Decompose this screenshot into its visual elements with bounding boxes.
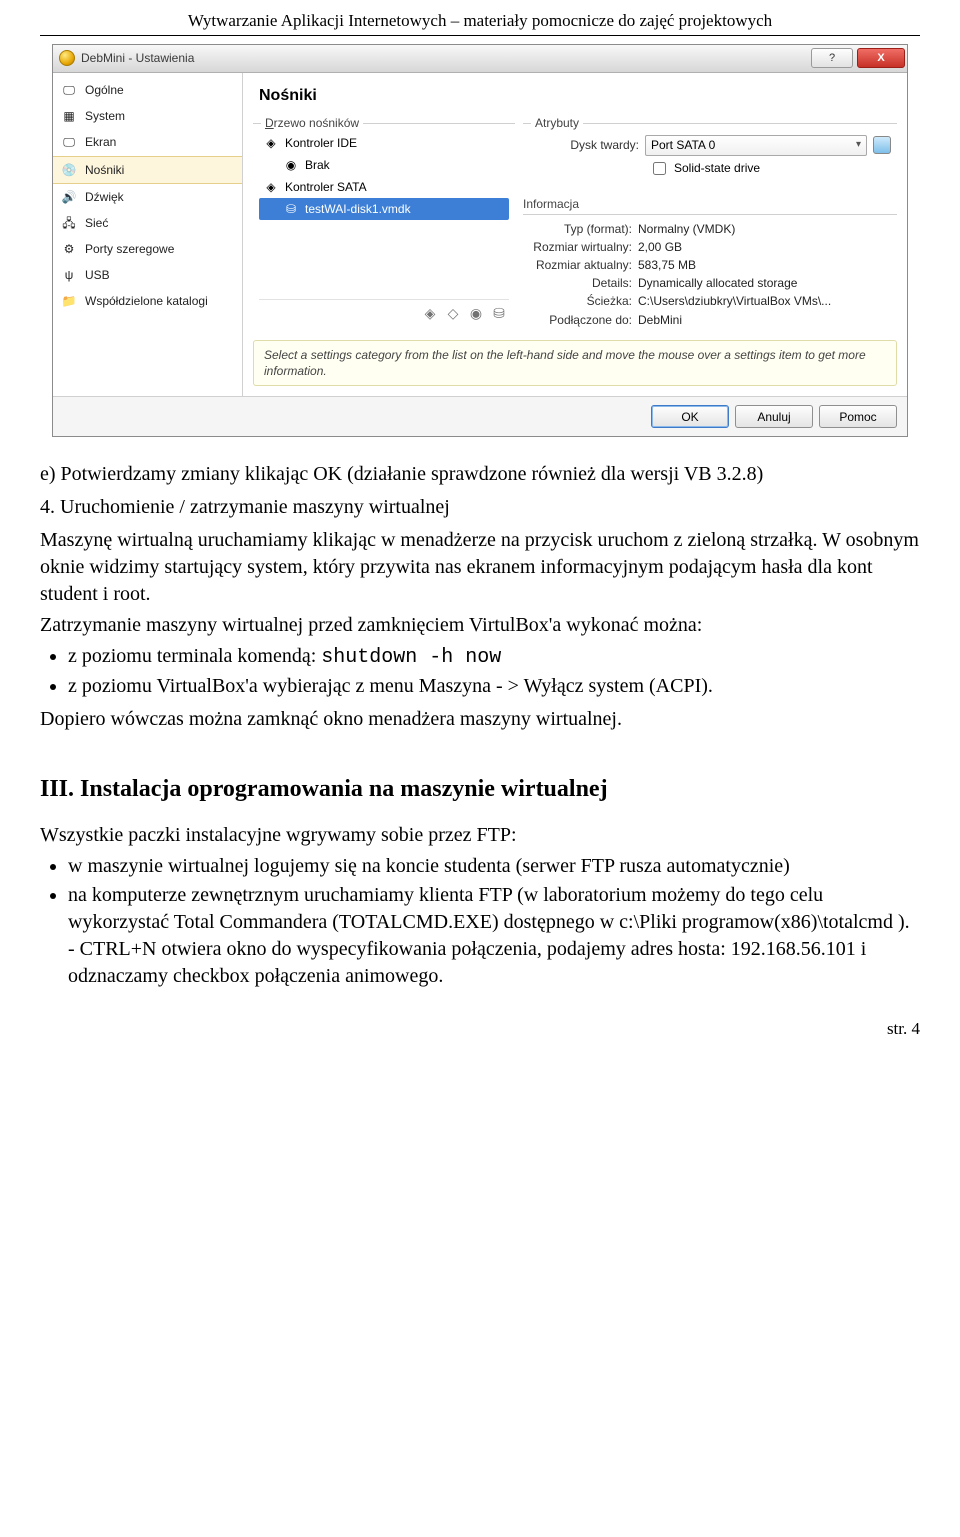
add-controller-icon[interactable]: ◈	[420, 304, 440, 324]
bullet-login: w maszynie wirtualnej logujemy się na ko…	[68, 853, 920, 880]
sidebar-item-storage[interactable]: 💿Nośniki	[53, 156, 242, 184]
controller-icon: ◈	[263, 135, 279, 151]
close-button[interactable]: X	[857, 48, 905, 68]
para-start: Maszynę wirtualną uruchamiamy klikając w…	[40, 527, 920, 608]
para-ftp-intro: Wszystkie paczki instalacyjne wgrywamy s…	[40, 822, 920, 849]
para-e: e) Potwierdzamy zmiany klikając OK (dzia…	[40, 461, 920, 488]
bullet-totalcmd: na komputerze zewnętrznym uruchamiamy kl…	[68, 882, 920, 990]
choose-disk-icon[interactable]	[873, 136, 891, 154]
bullet-shutdown: z poziomu terminala komendą: shutdown -h…	[68, 643, 920, 671]
folder-icon: 📁	[61, 294, 77, 310]
ssd-checkbox[interactable]	[653, 162, 666, 175]
sidebar-item-system[interactable]: ▦System	[53, 103, 242, 129]
hdd-icon: ⛁	[283, 201, 299, 217]
bullet-acpi: z poziomu VirtualBox'a wybierając z menu…	[68, 673, 920, 700]
category-sidebar: 🖵Ogólne ▦System 🖵Ekran 💿Nośniki 🔊Dźwięk …	[53, 73, 243, 396]
page-number: str. 4	[40, 1018, 920, 1041]
tree-controller-ide[interactable]: ◈Kontroler IDE	[259, 132, 509, 154]
help-button[interactable]: ?	[811, 48, 853, 68]
network-icon: 🖧	[61, 215, 77, 231]
hint-bar: Select a settings category from the list…	[253, 340, 897, 386]
help-button-bottom[interactable]: Pomoc	[819, 405, 897, 428]
usb-icon: ψ	[61, 267, 77, 283]
chip-icon: ▦	[61, 108, 77, 124]
remove-controller-icon[interactable]: ◇	[443, 304, 463, 324]
storage-tree[interactable]: ◈Kontroler IDE ◉Brak ◈Kontroler SATA ⛁te…	[259, 132, 509, 299]
settings-window: DebMini - Ustawienia ? X 🖵Ogólne ▦System…	[52, 44, 908, 437]
add-cd-icon[interactable]: ◉	[466, 304, 486, 324]
heading-iii: III. Instalacja oprogramowania na maszyn…	[40, 773, 920, 805]
tree-empty-slot[interactable]: ◉Brak	[259, 154, 509, 176]
info-grid: Typ (format):Normalny (VMDK) Rozmiar wir…	[523, 221, 897, 328]
add-hdd-icon[interactable]: ⛁	[489, 304, 509, 324]
page-header: Wytwarzanie Aplikacji Internetowych – ma…	[40, 10, 920, 36]
ok-button[interactable]: OK	[651, 405, 729, 428]
heading-4: 4. Uruchomienie / zatrzymanie maszyny wi…	[40, 494, 920, 521]
sidebar-item-shared[interactable]: 📁Współdzielone katalogi	[53, 288, 242, 314]
controller-icon: ◈	[263, 179, 279, 195]
display-icon: 🖵	[61, 134, 77, 150]
attributes-legend: Atrybuty	[531, 115, 583, 131]
tree-controller-sata[interactable]: ◈Kontroler SATA	[259, 176, 509, 198]
detail-pane: Nośniki DDrzewo nośnikówrzewo nośników ◈…	[243, 73, 907, 396]
hdd-port-select[interactable]: Port SATA 0	[645, 135, 867, 156]
tree-toolbar: ◈ ◇ ◉ ⛁	[259, 299, 509, 324]
ssd-label: Solid-state drive	[674, 160, 760, 176]
disk-icon: 💿	[61, 162, 77, 178]
hdd-label: Dysk twardy:	[529, 137, 639, 153]
tree-disk-item[interactable]: ⛁testWAI-disk1.vmdk	[259, 198, 509, 220]
monitor-icon: 🖵	[61, 82, 77, 98]
app-icon	[59, 50, 75, 66]
titlebar[interactable]: DebMini - Ustawienia ? X	[53, 45, 907, 73]
para-then: Dopiero wówczas można zamknąć okno menad…	[40, 706, 920, 733]
cd-empty-icon: ◉	[283, 157, 299, 173]
sidebar-item-usb[interactable]: ψUSB	[53, 262, 242, 288]
close-icon: X	[877, 51, 884, 66]
info-heading: Informacja	[523, 196, 897, 215]
sidebar-item-network[interactable]: 🖧Sieć	[53, 210, 242, 236]
serial-icon: ⚙	[61, 241, 77, 257]
cancel-button[interactable]: Anuluj	[735, 405, 813, 428]
window-title: DebMini - Ustawienia	[81, 50, 194, 66]
tree-legend: DDrzewo nośnikówrzewo nośników	[261, 115, 363, 131]
bullet-ctrln: - CTRL+N otwiera okno do wyspecyfikowani…	[68, 938, 866, 987]
document-body: e) Potwierdzamy zmiany klikając OK (dzia…	[40, 461, 920, 1040]
dialog-buttons: OK Anuluj Pomoc	[53, 396, 907, 436]
sidebar-item-display[interactable]: 🖵Ekran	[53, 129, 242, 155]
sidebar-item-general[interactable]: 🖵Ogólne	[53, 77, 242, 103]
audio-icon: 🔊	[61, 189, 77, 205]
sidebar-item-serial[interactable]: ⚙Porty szeregowe	[53, 236, 242, 262]
para-stop-intro: Zatrzymanie maszyny wirtualnej przed zam…	[40, 612, 920, 639]
help-icon: ?	[829, 51, 835, 66]
sidebar-item-audio[interactable]: 🔊Dźwięk	[53, 184, 242, 210]
detail-title: Nośniki	[253, 81, 897, 117]
